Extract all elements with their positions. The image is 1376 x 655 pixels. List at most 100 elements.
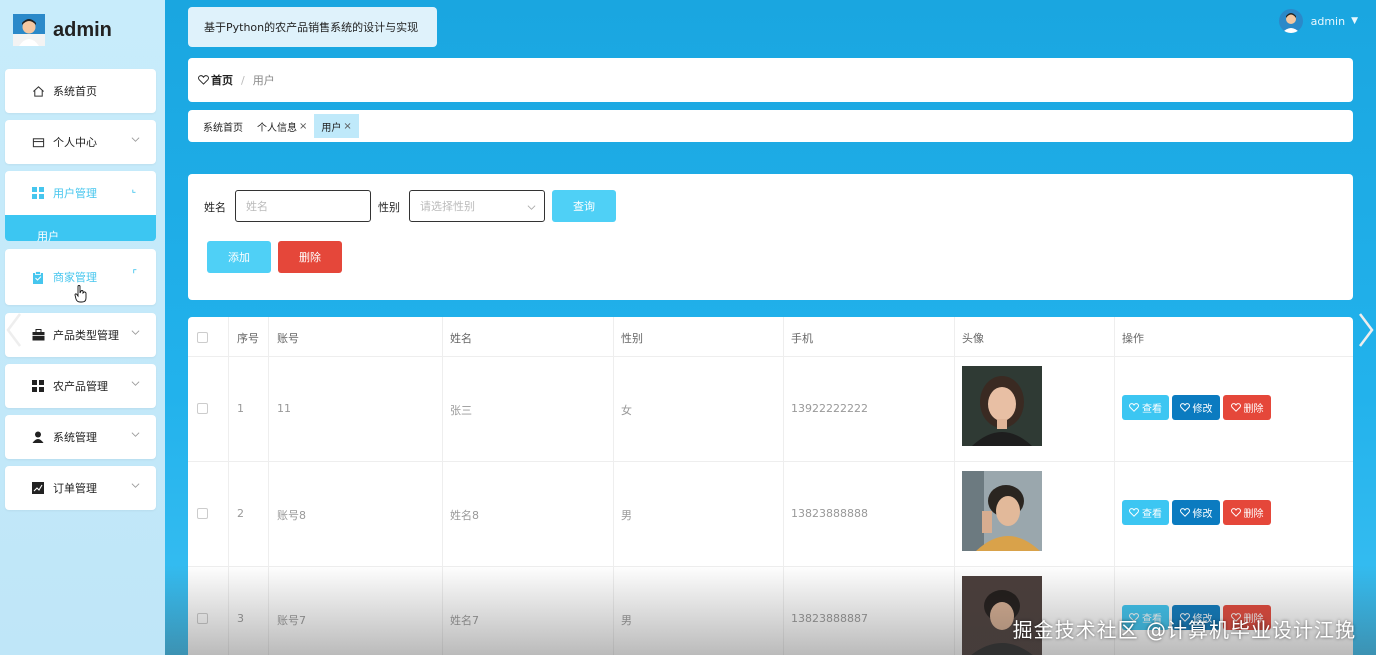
- sidebar-item-user-management[interactable]: 用户管理: [5, 171, 156, 215]
- name-search-input[interactable]: 姓名: [235, 190, 371, 222]
- header-name: 姓名: [450, 332, 472, 345]
- tag-label: 个人信息: [257, 122, 297, 134]
- cell-index: 2: [237, 507, 244, 520]
- sidebar-item-product-type-management[interactable]: 产品类型管理: [5, 313, 156, 357]
- view-button[interactable]: 查看: [1122, 395, 1169, 420]
- user-avatar-icon: [1278, 9, 1303, 33]
- chevron-left-icon[interactable]: [4, 312, 24, 348]
- delete-label: 删除: [1243, 404, 1264, 415]
- breadcrumb-home[interactable]: 首页: [198, 72, 233, 88]
- sidebar-item-personal-center[interactable]: 个人中心: [5, 120, 156, 164]
- brand-name: admin: [53, 18, 112, 41]
- user-name: admin: [1310, 14, 1346, 28]
- heart-icon: [1230, 403, 1241, 412]
- sidebar-item-label: 系统管理: [53, 431, 97, 444]
- delete-label: 删除: [1243, 509, 1264, 520]
- sidebar-item-farm-product-management[interactable]: 农产品管理: [5, 364, 156, 408]
- sidebar-item-label: 农产品管理: [53, 380, 108, 393]
- cursor-hand-icon: [74, 285, 87, 303]
- add-button[interactable]: 添加: [207, 241, 271, 273]
- chevron-down-icon: [131, 432, 140, 437]
- query-button[interactable]: 查询: [552, 190, 616, 222]
- header-index: 序号: [237, 332, 259, 345]
- chevron-down-icon: [131, 381, 140, 386]
- watermark: 掘金技术社区 @计算机毕业设计江挽: [1012, 618, 1356, 642]
- view-button[interactable]: 查看: [1122, 500, 1169, 525]
- cell-name: 姓名8: [450, 509, 479, 522]
- wallet-icon: [31, 135, 45, 149]
- cell-account: 账号8: [277, 509, 306, 522]
- sidebar-item-system-management[interactable]: 系统管理: [5, 415, 156, 459]
- gender-select[interactable]: 请选择性别: [409, 190, 545, 222]
- sidebar-item-label: 订单管理: [53, 482, 97, 495]
- name-placeholder: 姓名: [246, 200, 268, 213]
- row-checkbox[interactable]: [197, 508, 208, 519]
- avatar-photo: [962, 471, 1042, 551]
- sidebar-item-label: 个人中心: [53, 136, 97, 149]
- sidebar-item-label: 用户管理: [53, 187, 97, 200]
- briefcase-icon: [31, 328, 45, 342]
- delete-button[interactable]: 删除: [1223, 500, 1271, 525]
- header-account: 账号: [277, 332, 299, 345]
- delete-button[interactable]: 删除: [1223, 395, 1271, 420]
- breadcrumb-separator: /: [241, 73, 245, 87]
- header-avatar: 头像: [962, 332, 984, 345]
- sidebar-subitem-user[interactable]: 用户: [5, 215, 156, 243]
- heart-icon: [198, 75, 209, 85]
- chevron-down-icon: [131, 330, 140, 335]
- sidebar-item-label: 商家管理: [53, 271, 97, 284]
- name-label: 姓名: [204, 201, 226, 214]
- tag-personal-info[interactable]: 个人信息 ×: [250, 114, 314, 138]
- cell-name: 姓名7: [450, 614, 479, 627]
- cell-name: 张三: [450, 404, 472, 417]
- caret-down-icon: ▼: [1351, 16, 1358, 26]
- line-chart-icon: [31, 481, 45, 495]
- brand: admin: [13, 13, 112, 47]
- view-label: 查看: [1142, 404, 1162, 415]
- user-menu[interactable]: admin ▼: [1278, 9, 1358, 33]
- tag-home[interactable]: 系统首页: [196, 114, 250, 138]
- avatar-photo: [962, 366, 1042, 446]
- edit-label: 修改: [1192, 509, 1213, 520]
- clipboard-icon: [31, 270, 45, 284]
- edit-label: 修改: [1192, 404, 1213, 415]
- cell-gender: 男: [621, 509, 632, 522]
- heart-icon: [1129, 508, 1139, 517]
- cell-phone: 13823888888: [791, 507, 868, 520]
- search-panel: 姓名 姓名 性别 请选择性别 查询 添加 删除: [188, 174, 1353, 300]
- select-all-checkbox[interactable]: [197, 332, 208, 343]
- heart-icon: [1179, 508, 1190, 517]
- chevron-up-icon: [132, 189, 136, 193]
- gender-label: 性别: [378, 201, 400, 214]
- sidebar-item-home[interactable]: 系统首页: [5, 69, 156, 113]
- close-icon[interactable]: ×: [299, 121, 307, 132]
- edit-button[interactable]: 修改: [1172, 500, 1220, 525]
- heart-icon: [1230, 508, 1241, 517]
- tag-label: 用户: [321, 122, 342, 134]
- edit-button[interactable]: 修改: [1172, 395, 1220, 420]
- chevron-down-icon: [527, 205, 536, 210]
- close-icon[interactable]: ×: [343, 121, 351, 132]
- tag-user[interactable]: 用户 ×: [314, 114, 359, 138]
- row-checkbox[interactable]: [197, 403, 208, 414]
- cell-index: 1: [237, 402, 244, 415]
- row-checkbox[interactable]: [197, 613, 208, 624]
- breadcrumb-home-label: 首页: [211, 74, 233, 87]
- tags-view: 系统首页 个人信息 × 用户 ×: [188, 110, 1353, 142]
- chevron-right-icon[interactable]: [1356, 312, 1376, 348]
- header-actions: 操作: [1122, 332, 1144, 345]
- tag-label: 系统首页: [203, 122, 243, 134]
- sidebar-item-order-management[interactable]: 订单管理: [5, 466, 156, 510]
- cell-phone: 13922222222: [791, 402, 868, 415]
- app-title-tab[interactable]: 基于Python的农产品销售系统的设计与实现: [188, 7, 437, 47]
- heart-icon: [1179, 403, 1190, 412]
- cell-gender: 男: [621, 614, 632, 627]
- cell-gender: 女: [621, 404, 632, 417]
- admin-avatar-icon: [13, 14, 45, 46]
- grid-icon: [31, 186, 45, 200]
- header-gender: 性别: [621, 332, 643, 345]
- batch-delete-button[interactable]: 删除: [278, 241, 342, 273]
- heart-icon: [1129, 403, 1139, 412]
- breadcrumb: 首页 / 用户: [188, 58, 1353, 102]
- app-title: 基于Python的农产品销售系统的设计与实现: [204, 21, 419, 34]
